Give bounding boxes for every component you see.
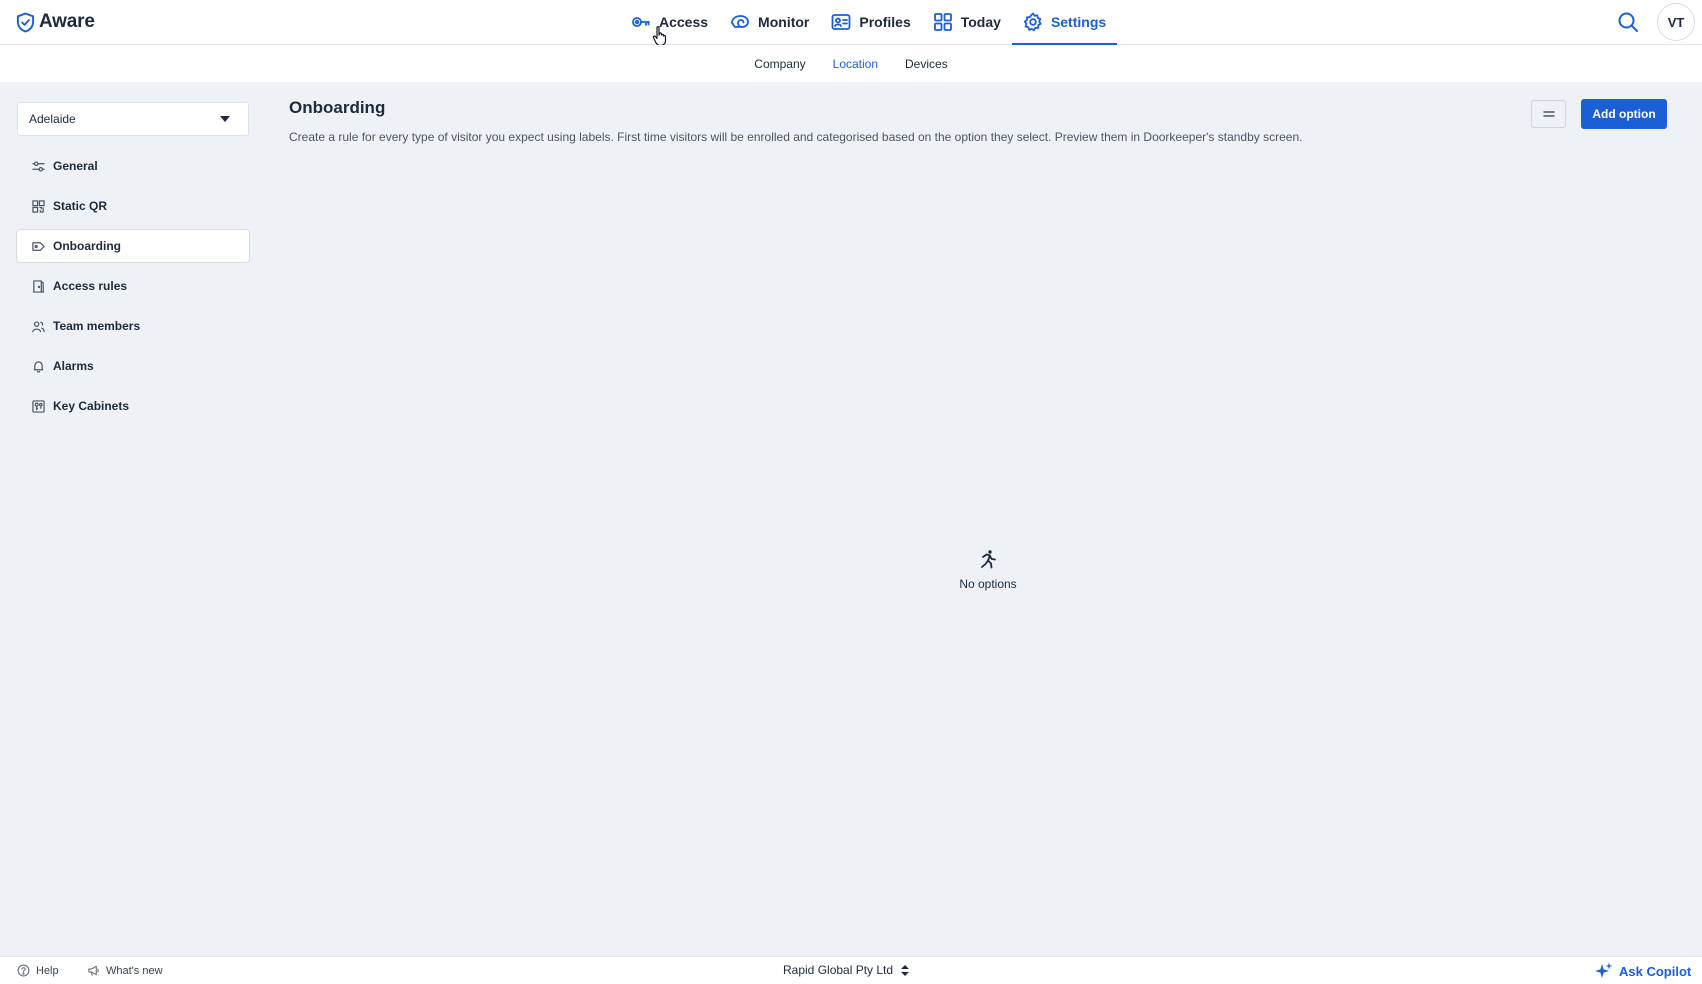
empty-state: No options xyxy=(900,549,1076,591)
sidebar-item-label: Access rules xyxy=(53,279,128,293)
whats-new-label: What's new xyxy=(106,964,163,977)
ask-copilot-button[interactable]: Ask Copilot xyxy=(1595,962,1691,980)
sidebar-item-access-rules[interactable]: Access rules xyxy=(16,269,250,303)
sidebar-item-label: Key Cabinets xyxy=(53,399,130,413)
nav-settings[interactable]: Settings xyxy=(1011,0,1118,45)
nav-profiles-label: Profiles xyxy=(859,13,911,30)
walking-person-icon xyxy=(981,550,996,569)
door-icon xyxy=(32,279,45,293)
sort-arrows-icon xyxy=(901,964,910,976)
nav-today-label: Today xyxy=(960,13,1001,30)
grid-icon xyxy=(933,12,952,31)
settings-subnav: Company Location Devices xyxy=(0,45,1702,82)
whats-new-link[interactable]: What's new xyxy=(87,964,163,977)
ask-copilot-label: Ask Copilot xyxy=(1619,963,1692,979)
sliders-icon xyxy=(32,160,45,172)
shield-check-icon xyxy=(16,11,35,33)
sidebar-item-general[interactable]: General xyxy=(16,149,250,183)
sidebar-item-label: Static QR xyxy=(53,199,108,213)
main-nav: Access Monitor Profiles Today Settings xyxy=(620,0,1118,45)
gear-icon xyxy=(1023,12,1042,31)
organisation-name: Rapid Global Pty Ltd xyxy=(783,963,894,977)
equals-icon xyxy=(1542,111,1555,117)
nav-monitor-label: Monitor xyxy=(758,13,810,30)
tab-company[interactable]: Company xyxy=(754,57,805,71)
nav-today[interactable]: Today xyxy=(922,0,1012,45)
user-avatar[interactable]: VT xyxy=(1657,3,1695,41)
monitor-icon xyxy=(731,14,749,28)
help-link[interactable]: Help xyxy=(17,964,59,977)
empty-state-text: No options xyxy=(959,577,1017,591)
nav-settings-label: Settings xyxy=(1050,13,1107,30)
page-title: Onboarding xyxy=(289,98,386,117)
brand-name: Aware xyxy=(39,11,95,32)
key-icon xyxy=(632,16,650,27)
footer-bar: Help What's new Rapid Global Pty Ltd Ask… xyxy=(0,956,1702,984)
settings-sidebar: General Static QR Onboarding Access rule… xyxy=(16,149,250,429)
tag-icon xyxy=(32,241,45,251)
reorder-button[interactable] xyxy=(1531,100,1566,128)
sidebar-item-onboarding[interactable]: Onboarding xyxy=(16,229,250,263)
sidebar-item-key-cabinets[interactable]: Key Cabinets xyxy=(16,389,250,423)
brand-logo[interactable]: Aware xyxy=(16,10,95,34)
tab-devices[interactable]: Devices xyxy=(905,57,948,71)
help-circle-icon xyxy=(17,964,30,977)
sidebar-item-label: General xyxy=(53,159,98,173)
sparkle-icon xyxy=(1595,962,1613,978)
sidebar-item-static-qr[interactable]: Static QR xyxy=(16,189,250,223)
sidebar-item-alarms[interactable]: Alarms xyxy=(16,349,250,383)
qr-icon xyxy=(32,199,45,213)
nav-access[interactable]: Access xyxy=(620,0,719,45)
search-icon xyxy=(1618,12,1638,32)
search-button[interactable] xyxy=(1614,8,1642,36)
sidebar-item-label: Team members xyxy=(53,319,141,333)
nav-monitor[interactable]: Monitor xyxy=(719,0,820,45)
add-option-button[interactable]: Add option xyxy=(1581,99,1667,129)
nav-access-label: Access xyxy=(659,13,709,30)
location-select-value: Adelaide xyxy=(29,112,76,126)
bell-icon xyxy=(33,360,44,373)
megaphone-icon xyxy=(88,965,99,976)
location-select[interactable]: Adelaide xyxy=(17,102,249,136)
help-label: Help xyxy=(36,964,59,977)
sidebar-item-label: Onboarding xyxy=(53,239,121,253)
key-cabinet-icon xyxy=(32,399,45,413)
sidebar-item-team-members[interactable]: Team members xyxy=(16,309,250,343)
caret-down-icon xyxy=(220,116,230,122)
nav-profiles[interactable]: Profiles xyxy=(820,0,921,45)
page-description: Create a rule for every type of visitor … xyxy=(289,130,1303,144)
organisation-switcher[interactable]: Rapid Global Pty Ltd xyxy=(783,963,910,977)
sidebar-item-label: Alarms xyxy=(53,359,94,373)
tab-location[interactable]: Location xyxy=(833,57,878,71)
users-icon xyxy=(32,320,45,332)
profile-card-icon xyxy=(831,13,851,30)
top-bar: Aware Access Monitor Profiles Today Sett… xyxy=(0,0,1702,45)
